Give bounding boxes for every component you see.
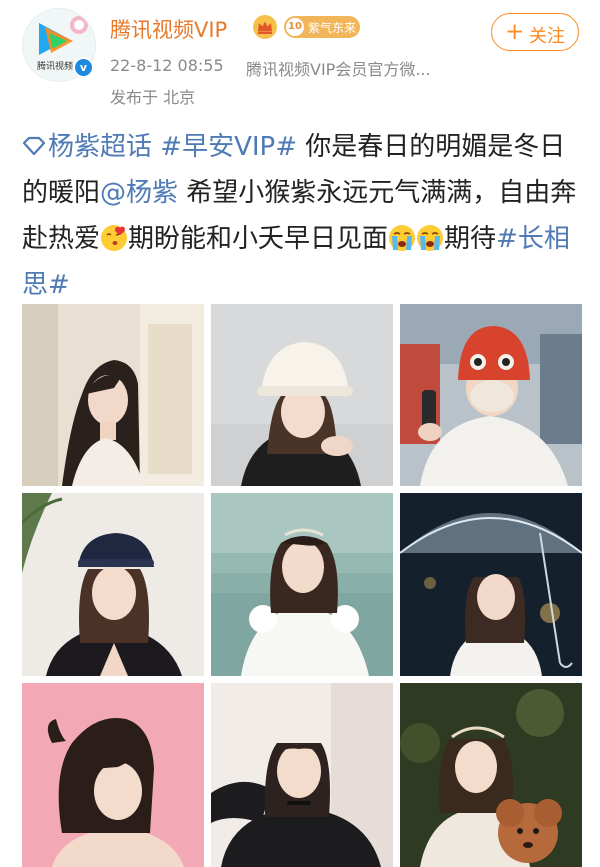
photo-4[interactable] (22, 493, 204, 676)
post-meta: 22-8-12 08:55 腾讯视频VIP会员官方微... (110, 56, 431, 79)
post-source[interactable]: 腾讯视频VIP会员官方微... (246, 56, 474, 80)
follow-button[interactable]: + 关注 (491, 13, 579, 51)
photo-7[interactable] (22, 683, 204, 867)
crown-icon (253, 15, 277, 39)
post-text-segment: 期盼能和小夭早日见面 (128, 224, 389, 254)
photo-3[interactable] (400, 304, 582, 486)
photo-1[interactable] (22, 304, 204, 486)
photo-8[interactable] (211, 683, 393, 867)
avatar-caption: 腾讯视频 (37, 62, 74, 72)
photo-9[interactable] (400, 683, 582, 867)
super-topic-label: 杨紫超话 (48, 132, 153, 162)
post-text: 杨紫超话 #早安VIP# 你是春日的明媚是冬日的暖阳@杨紫 希望小猴紫永远元气满… (22, 124, 582, 308)
level-number: 10 (286, 18, 304, 36)
super-topic-diamond-icon (22, 136, 46, 156)
photo-grid (22, 304, 582, 867)
post-location: 发布于 北京 (110, 88, 196, 107)
level-title: 紫气东来 (308, 21, 357, 35)
photo-6[interactable] (400, 493, 582, 676)
post-timestamp: 22-8-12 08:55 (110, 56, 224, 75)
kiss-emoji-icon (101, 225, 128, 251)
cry-emoji-icon (417, 225, 444, 251)
photo-2[interactable] (211, 304, 393, 486)
plus-icon: + (505, 19, 525, 45)
cry-emoji-icon (389, 225, 416, 251)
account-name[interactable]: 腾讯视频VIP (110, 14, 227, 44)
post-header: 腾讯视频 v 腾讯视频VIP 10 紫气东来 + 关注 22-8-12 08:5… (0, 0, 600, 118)
level-badge: 10 紫气东来 (284, 16, 360, 38)
mention-link[interactable]: @杨紫 (100, 178, 178, 208)
post-text-segment: 期待 (444, 224, 497, 254)
photo-5[interactable] (211, 493, 393, 676)
verified-icon: v (73, 57, 94, 78)
follow-button-label: 关注 (529, 26, 565, 47)
hashtag-link[interactable]: #早安VIP# (160, 132, 297, 162)
super-topic-link[interactable]: 杨紫超话 (22, 132, 152, 162)
